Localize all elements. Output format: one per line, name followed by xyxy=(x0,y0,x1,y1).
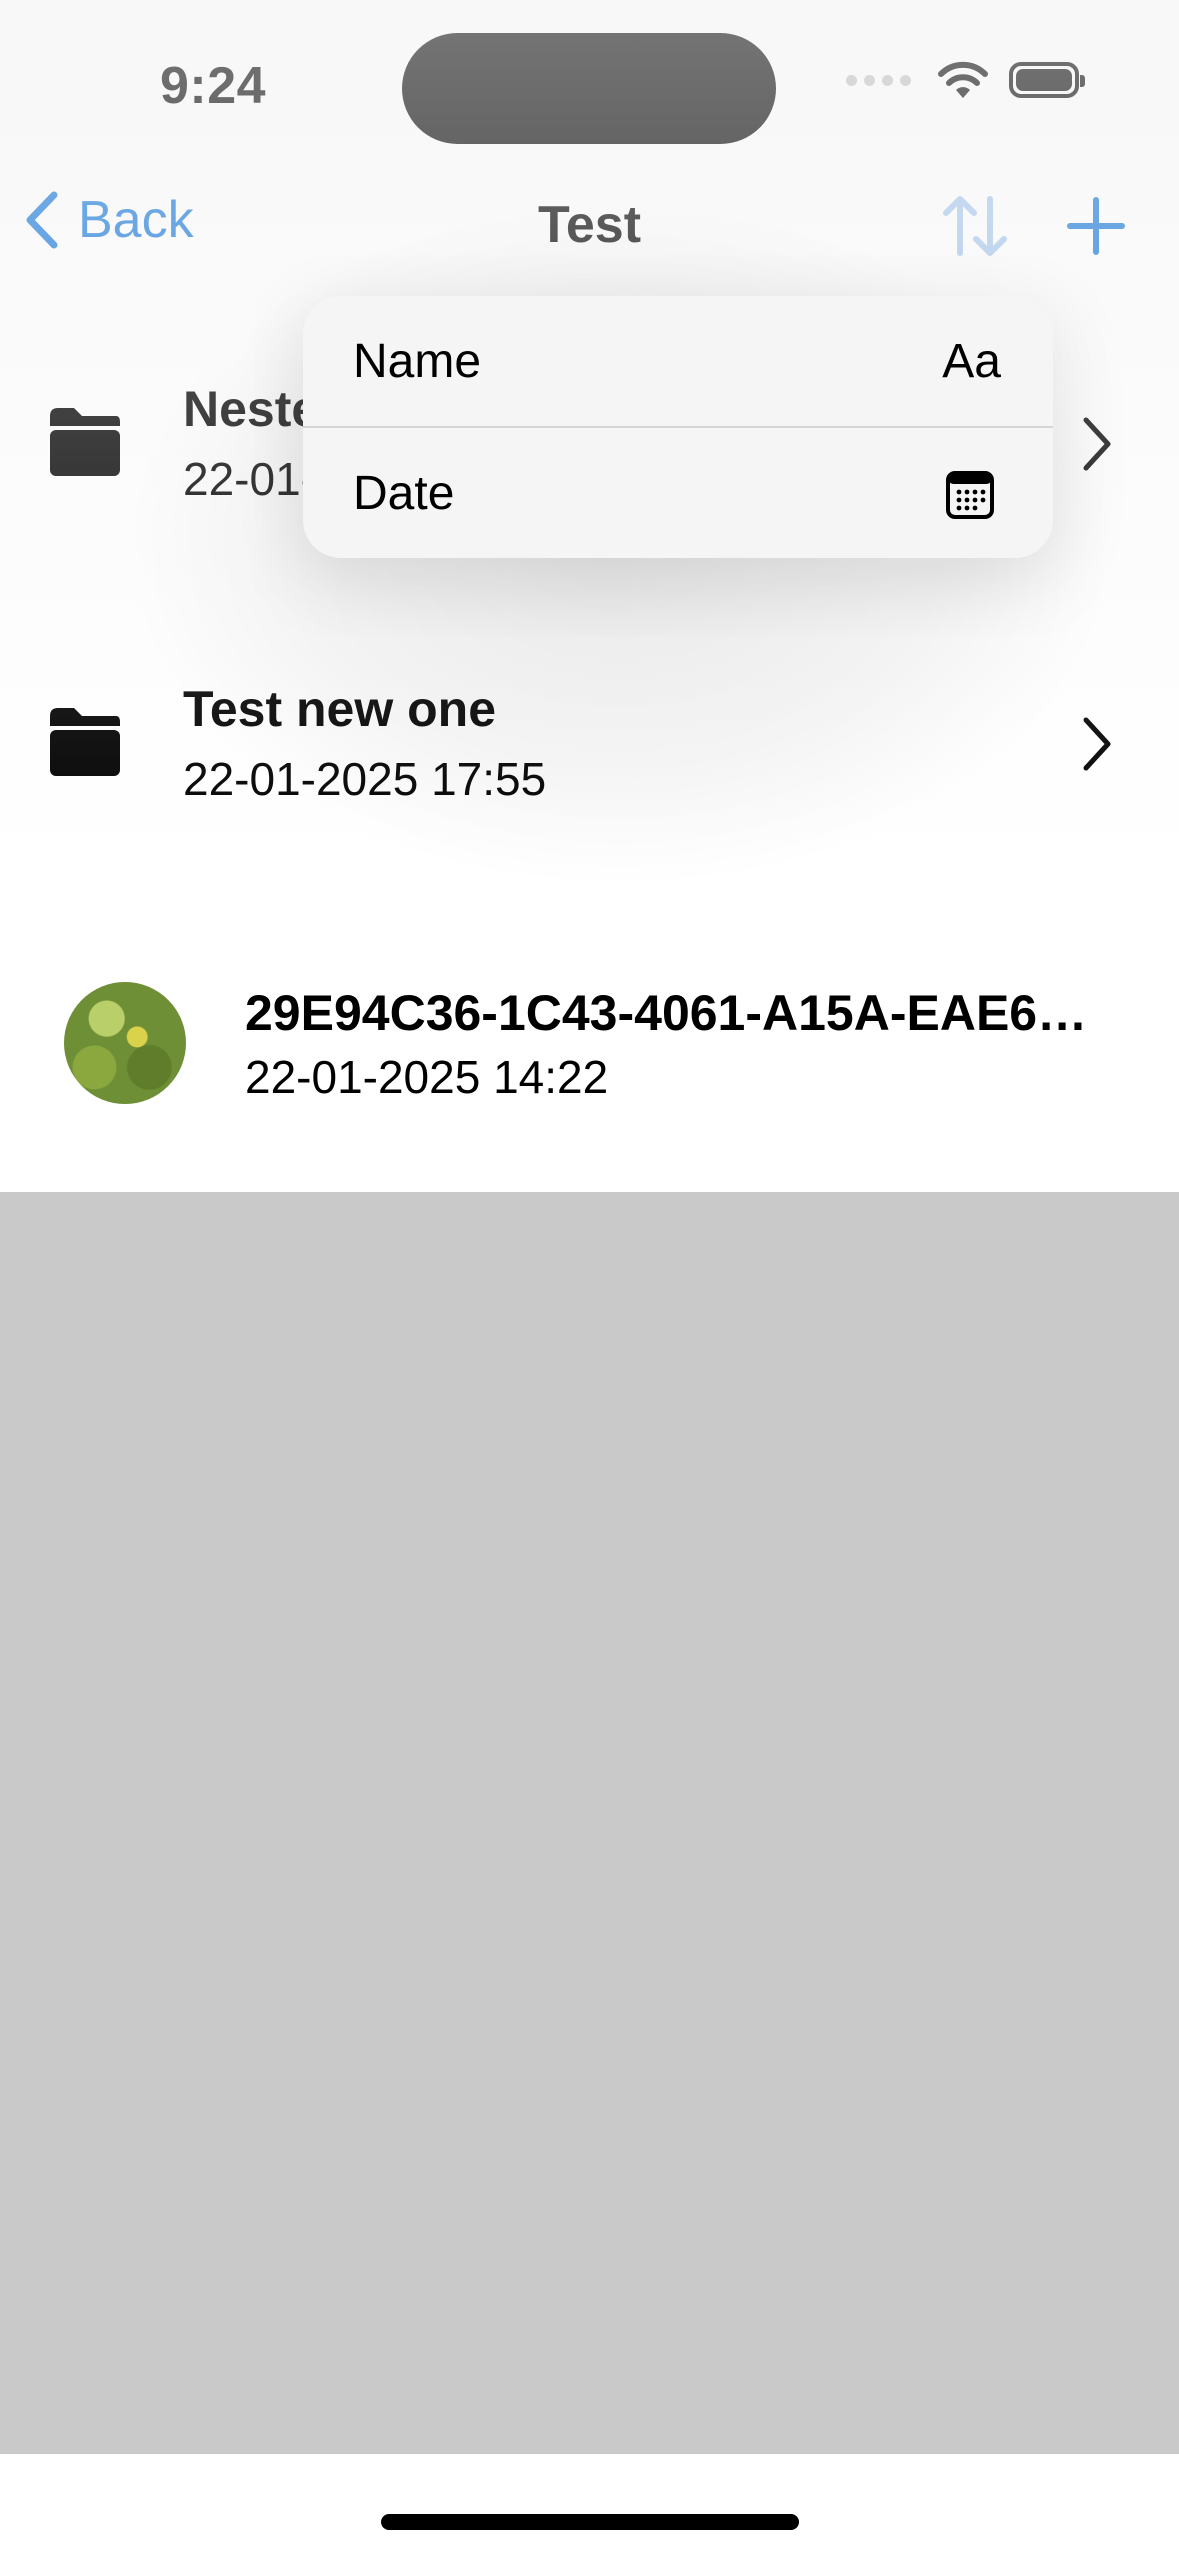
home-indicator[interactable] xyxy=(381,2514,799,2530)
dynamic-island xyxy=(402,33,776,144)
battery-icon xyxy=(1009,62,1085,98)
status-indicators xyxy=(846,60,1085,100)
status-time: 9:24 xyxy=(160,57,267,115)
sort-by-name-option[interactable]: Name Aa xyxy=(303,296,1053,426)
add-icon[interactable] xyxy=(1066,196,1126,256)
calendar-icon xyxy=(946,471,994,519)
chevron-right-icon xyxy=(1083,717,1111,771)
folder-icon xyxy=(50,708,120,776)
text-size-icon: Aa xyxy=(942,335,1001,388)
item-date: 22-01-2025 14:22 xyxy=(245,1051,609,1103)
sort-by-date-option[interactable]: Date xyxy=(303,428,1053,558)
item-title[interactable]: 29E94C36-1C43-4061-A15A-EAE6… xyxy=(245,984,1087,1042)
sort-menu: Name Aa Date xyxy=(303,296,1053,558)
list-item[interactable]: Test new one 22-01-2025 17:55 xyxy=(0,660,1179,830)
cellular-signal-icon xyxy=(846,74,911,86)
item-date: 22-01-2025 17:55 xyxy=(183,753,547,805)
menu-item-label: Name xyxy=(353,335,482,388)
image-thumbnail[interactable] xyxy=(64,982,186,1104)
chevron-right-icon xyxy=(1083,417,1111,471)
menu-item-label: Date xyxy=(353,467,455,520)
sort-icon[interactable] xyxy=(940,193,1010,259)
empty-content-area xyxy=(0,1192,1179,2454)
folder-icon xyxy=(50,408,120,476)
item-title: Test new one xyxy=(183,681,497,737)
wifi-icon xyxy=(938,61,988,98)
